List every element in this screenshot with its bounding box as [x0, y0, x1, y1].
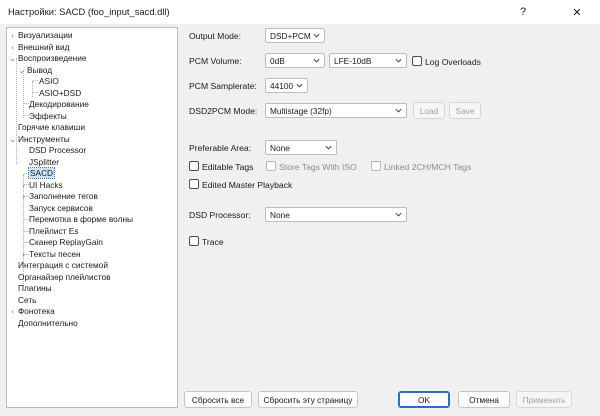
edited-master-label: Edited Master Playback — [202, 180, 293, 190]
linked-tags-checkbox[interactable] — [371, 161, 381, 171]
tree-item-output[interactable]: ⌄ Вывод — [18, 65, 53, 78]
load-button[interactable]: Load — [413, 102, 445, 119]
reset-page-button[interactable]: Сбросить эту страницу — [258, 391, 358, 408]
preferences-tree: › Визуализации › Внешний вид ⌄ Воспроизведе… — [6, 27, 178, 408]
preferable-area-label: Preferable Area: — [189, 143, 252, 153]
pcm-volume-select[interactable]: 0dB — [265, 53, 325, 68]
preferable-area-select[interactable]: None — [265, 140, 337, 155]
settings-dialog: Настройки: SACD (foo_input_sacd.dll) ? ✕… — [0, 0, 600, 416]
tree-item-sacd[interactable]: SACD — [27, 167, 56, 180]
chevron-down-icon — [325, 145, 332, 150]
tree-item-effects[interactable]: Эффекты — [29, 111, 67, 123]
chevron-right-icon[interactable]: › — [20, 192, 27, 204]
pcm-samplerate-select[interactable]: 44100 — [265, 78, 308, 93]
pcm-samplerate-label: PCM Samplerate: — [189, 81, 257, 91]
close-icon[interactable]: ✕ — [560, 0, 594, 24]
output-mode-select[interactable]: DSD+PCM — [265, 28, 325, 43]
chevron-down-icon[interactable]: ⌄ — [9, 54, 16, 66]
tree-item-advanced[interactable]: Дополнительно — [18, 318, 78, 330]
tree-item-media-library[interactable]: › Фонотека — [9, 306, 54, 319]
tree-item-dsd-processor[interactable]: DSD Processor — [29, 145, 86, 157]
tree-item-hotkeys[interactable]: Горячие клавиши — [18, 122, 85, 134]
tree-item-shell-integration[interactable]: Интеграция с системой — [18, 260, 108, 272]
tree-item-decoding[interactable]: Декодирование — [29, 99, 89, 111]
dsd2pcm-mode-label: DSD2PCM Mode: — [189, 106, 258, 116]
dsd-processor-label: DSD Processor: — [189, 210, 251, 220]
trace-label: Trace — [202, 237, 224, 247]
save-button[interactable]: Save — [449, 102, 481, 119]
tree-item-waveform-seekbar[interactable]: Перемотка в форме волны — [29, 214, 133, 226]
chevron-down-icon — [296, 83, 303, 88]
tree-item-replaygain-scanner[interactable]: Сканер ReplayGain — [29, 237, 103, 249]
output-mode-label: Output Mode: — [189, 31, 242, 41]
trace-checkbox[interactable] — [189, 236, 199, 246]
log-overloads-checkbox[interactable] — [412, 56, 422, 66]
tree-item-playlist-es[interactable]: Плейлист Es — [29, 226, 78, 238]
edited-master-checkbox[interactable] — [189, 179, 199, 189]
chevron-down-icon — [313, 33, 320, 38]
editable-tags-checkbox[interactable] — [189, 161, 199, 171]
tree-item-tag-filling[interactable]: › Заполнение тегов — [20, 191, 98, 203]
tree-item-tools[interactable]: ⌄ Инструменты — [9, 134, 70, 146]
tree-item-asio[interactable]: ASIO — [39, 76, 59, 88]
tree-item-playlist-organizer[interactable]: Органайзер плейлистов — [18, 272, 111, 284]
tree-item-plugins[interactable]: Плагины — [18, 283, 52, 295]
apply-button[interactable]: Применить — [516, 391, 572, 408]
dsd2pcm-mode-select[interactable]: Multistage (32fp) — [265, 103, 407, 118]
lfe-volume-select[interactable]: LFE-10dB — [329, 53, 407, 68]
tree-item-jsplitter[interactable]: JSplitter — [29, 157, 59, 169]
store-tags-label: Store Tags With ISO — [279, 162, 357, 172]
title-bar: Настройки: SACD (foo_input_sacd.dll) ? ✕ — [0, 0, 600, 24]
chevron-down-icon[interactable]: ⌄ — [18, 66, 25, 78]
chevron-down-icon[interactable]: ⌄ — [9, 135, 16, 147]
linked-tags-label: Linked 2CH/MCH Tags — [384, 162, 472, 172]
tree-item-appearance[interactable]: › Внешний вид — [9, 42, 69, 54]
log-overloads-label: Log Overloads — [425, 57, 481, 67]
tree-item-network[interactable]: Сеть — [18, 295, 36, 307]
dsd-processor-select[interactable]: None — [265, 207, 407, 222]
cancel-button[interactable]: Отмена — [458, 391, 510, 408]
store-tags-checkbox[interactable] — [266, 161, 276, 171]
reset-all-button[interactable]: Сбросить все — [184, 391, 252, 408]
editable-tags-label: Editable Tags — [202, 162, 254, 172]
ok-button[interactable]: OK — [398, 391, 450, 408]
window-title: Настройки: SACD (foo_input_sacd.dll) — [8, 6, 170, 17]
tree-item-lyrics[interactable]: › Тексты песен — [20, 249, 80, 261]
chevron-down-icon — [313, 58, 320, 63]
chevron-down-icon — [395, 212, 402, 217]
help-icon[interactable]: ? — [506, 0, 540, 24]
tree-item-playback[interactable]: ⌄ Воспроизведение — [9, 53, 87, 65]
chevron-down-icon — [395, 108, 402, 113]
chevron-right-icon[interactable]: › — [9, 307, 16, 319]
tree-item-ui-hacks[interactable]: › UI Hacks — [20, 180, 62, 192]
tree-item-asio-dsd[interactable]: ASIO+DSD — [39, 88, 81, 100]
tree-item-visualizations[interactable]: › Визуализации — [9, 30, 72, 42]
chevron-down-icon — [395, 58, 402, 63]
pcm-volume-label: PCM Volume: — [189, 56, 242, 66]
tree-item-run-services[interactable]: Запуск сервисов — [29, 203, 93, 215]
